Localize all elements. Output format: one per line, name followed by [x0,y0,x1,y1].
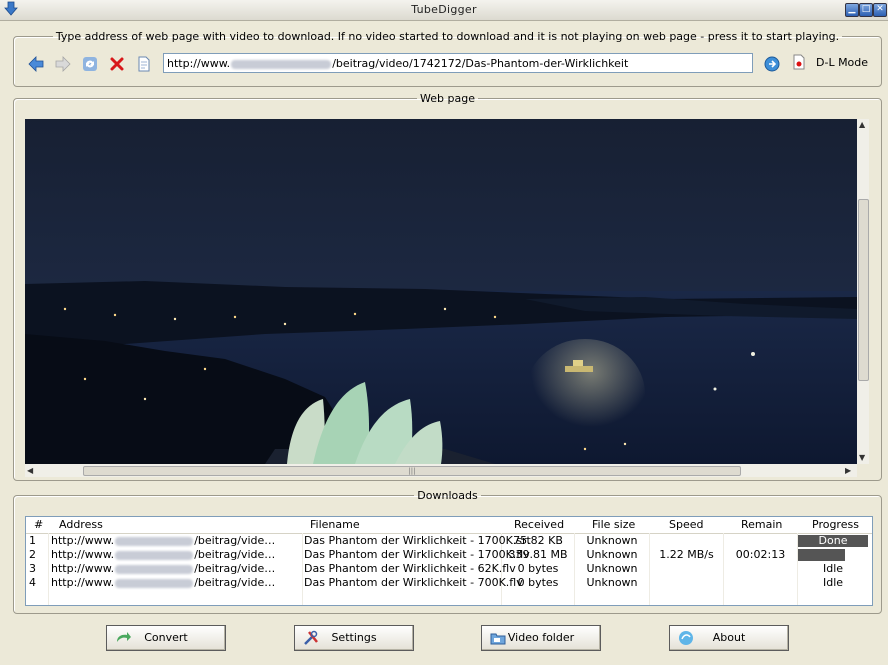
horizontal-scroll-thumb[interactable]: ||| [83,466,741,476]
url-input[interactable]: http://www. /beitrag/video/1742172/Das-Ph… [163,53,753,73]
row-remain: 00:02:13 [735,548,786,561]
stop-button[interactable] [108,55,126,73]
downloads-legend: Downloads [417,489,478,502]
record-icon [793,54,805,70]
row-progress: Idle [822,576,844,589]
column-divider [48,533,49,605]
downloads-group: Downloads # Address Filename Received Fi… [13,489,882,614]
row-address: http://www./beitrag/vide… [51,534,276,547]
row-num: 4 [29,576,36,589]
row-num: 2 [29,548,36,561]
maximize-button[interactable]: □ [859,3,873,17]
scroll-right-icon[interactable]: ▶ [845,466,851,475]
column-header-progress[interactable]: Progress [812,518,859,532]
go-icon [764,56,780,72]
webpage-view[interactable]: ▲ ▼ ◀ ||| ▶ [25,119,869,477]
about-icon [679,631,693,645]
scroll-up-icon[interactable]: ▲ [859,120,865,129]
blurred-domain [231,59,332,69]
scroll-left-icon[interactable]: ◀ [27,466,33,475]
vertical-scroll-thumb[interactable] [858,199,869,381]
column-divider [649,533,650,605]
title-bar: TubeDigger ▁ □ ✕ [0,0,888,21]
row-received: 0 bytes [517,562,559,575]
row-filename: Das Phantom der Wirklichkeit - 62K.flv [304,562,516,575]
column-header-received[interactable]: Received [514,518,564,532]
refresh-icon [83,57,97,71]
row-address: http://www./beitrag/vide… [51,576,276,589]
row-filename: Das Phantom der Wirklichkeit - 1700K.srt [304,534,531,547]
row-speed: 1.22 MB/s [659,548,714,561]
row-received: 75.82 KB [513,534,563,547]
row-filename: Das Phantom der Wirklichkeit - 700K.flv [304,576,523,589]
row-received: 0 bytes [517,576,559,589]
row-num: 1 [29,534,36,547]
dl-mode-toggle[interactable]: D-L Mode [792,54,868,70]
scroll-down-icon[interactable]: ▼ [859,453,865,462]
folder-icon [490,633,506,645]
page-icon [138,56,150,72]
column-header-filename[interactable]: Filename [310,518,360,532]
column-header-address[interactable]: Address [59,518,103,532]
back-arrow-icon [28,56,44,72]
address-group: Type address of web page with video to d… [13,30,882,87]
row-progress-bar: Done [798,535,868,547]
convert-icon [117,632,131,642]
dl-mode-label: D-L Mode [816,55,869,69]
about-button[interactable]: About [669,625,789,651]
minimize-button[interactable]: ▁ [845,3,859,17]
webpage-group: Web page ▲ ▼ ◀ ||| ▶ [13,92,882,481]
row-progress-track: 67.70% [798,549,868,561]
column-divider [302,533,303,605]
go-button[interactable] [763,55,781,73]
row-progress-text: 67.70% [812,549,854,561]
video-folder-label: Video folder [507,631,575,644]
url-prefix: http://www. [167,57,231,70]
settings-icon [304,630,318,645]
about-label: About [712,631,746,644]
refresh-button[interactable] [81,55,99,73]
column-header-filesize[interactable]: File size [592,518,635,532]
column-header-speed[interactable]: Speed [669,518,703,532]
window-title: TubeDigger [411,3,477,16]
page-button[interactable] [135,55,153,73]
stop-icon [110,57,124,71]
video-folder-button[interactable]: Video folder [481,625,601,651]
row-filesize: Unknown [586,562,638,575]
row-filesize: Unknown [586,576,638,589]
row-filesize: Unknown [586,548,638,561]
row-filesize: Unknown [586,534,638,547]
row-filename: Das Phantom der Wirklichkeit - 1700K.flv [304,548,530,561]
table-header: # Address Filename Received File size Sp… [26,517,872,534]
row-address: http://www./beitrag/vide… [51,548,276,561]
address-legend: Type address of web page with video to d… [55,30,840,43]
back-button[interactable] [27,55,45,73]
video-frame [25,119,857,464]
vertical-scrollbar[interactable]: ▲ ▼ [857,119,869,464]
column-header-num[interactable]: # [34,518,43,532]
forward-button[interactable] [54,55,72,73]
convert-label: Convert [144,631,188,644]
webpage-legend: Web page [420,92,475,105]
forward-arrow-icon [55,56,71,72]
row-num: 3 [29,562,36,575]
row-received: 339.81 MB [508,548,568,561]
row-address: http://www./beitrag/vide… [51,562,276,575]
column-header-remain[interactable]: Remain [741,518,782,532]
close-button[interactable]: ✕ [873,3,887,17]
url-suffix: /beitrag/video/1742172/Das-Phantom-der-W… [332,57,629,70]
settings-button[interactable]: Settings [294,625,414,651]
scroll-corner [857,464,869,477]
column-divider [723,533,724,605]
convert-button[interactable]: Convert [106,625,226,651]
downloads-table[interactable]: # Address Filename Received File size Sp… [25,516,873,606]
row-progress: Idle [822,562,844,575]
settings-label: Settings [331,631,377,644]
horizontal-scrollbar[interactable]: ◀ ||| ▶ [25,464,857,477]
